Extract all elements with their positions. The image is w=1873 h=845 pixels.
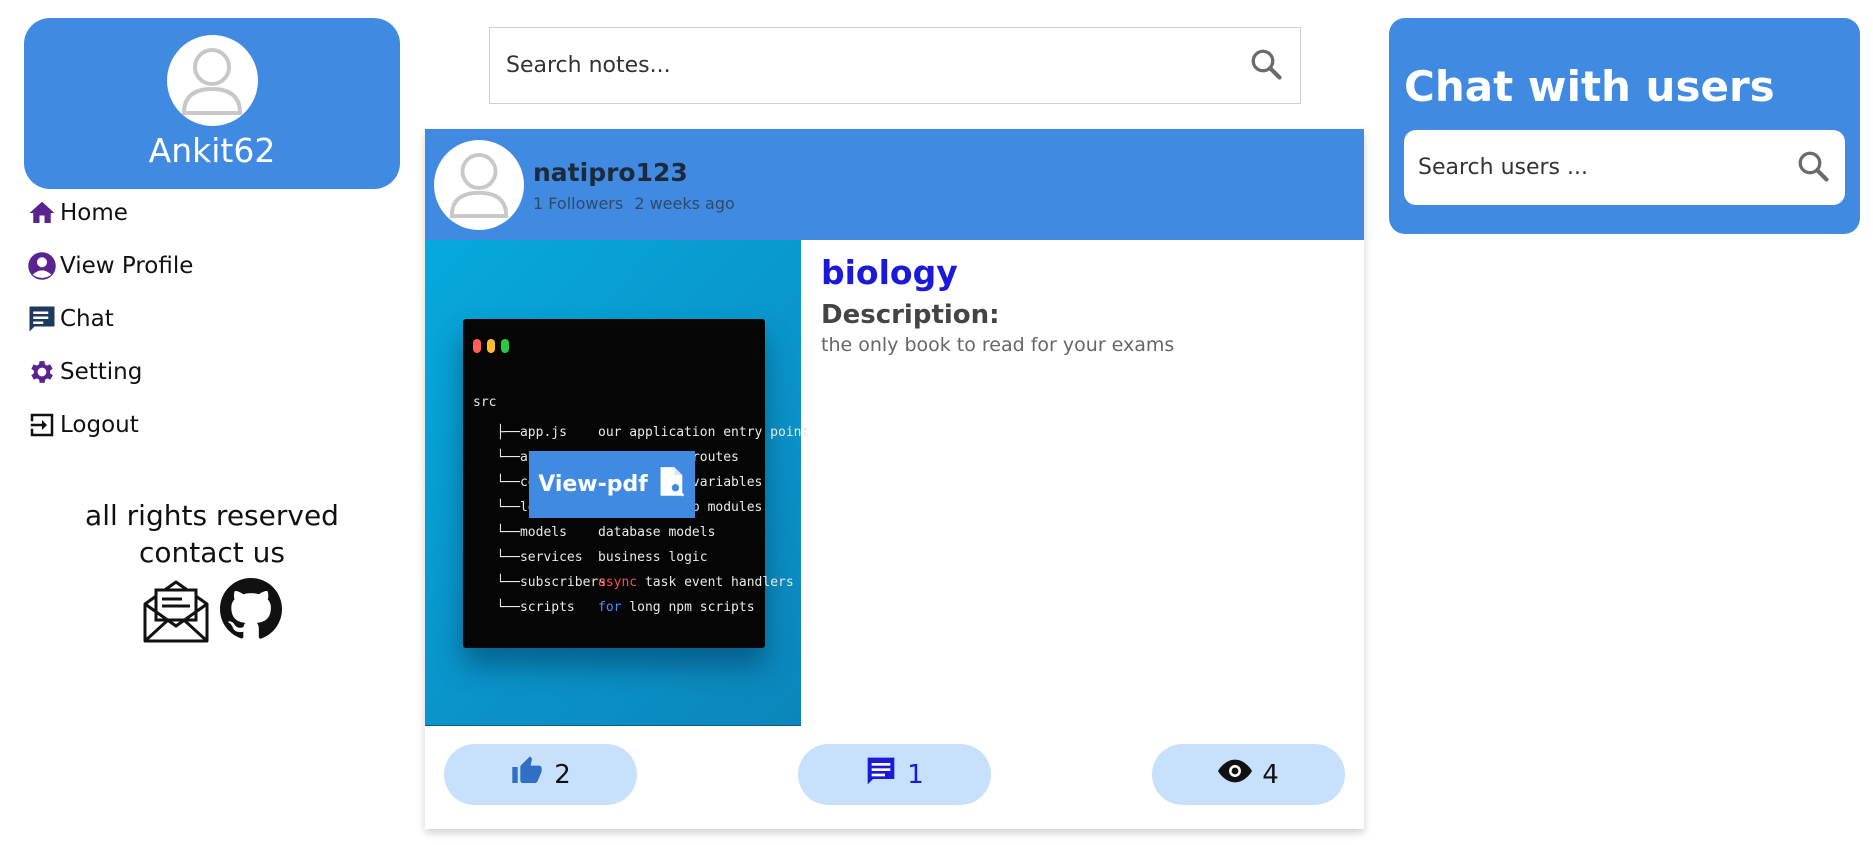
- terminal-text: └──models: [473, 525, 567, 540]
- post-description: the only book to read for your exams: [821, 334, 1175, 356]
- sidebar-nav: Home View Profile Chat Setting Logout: [26, 196, 386, 461]
- view-count: 4: [1262, 759, 1279, 790]
- views-button[interactable]: 4: [1152, 744, 1345, 805]
- chat-icon: [26, 303, 58, 335]
- comment-button[interactable]: 1: [798, 744, 991, 805]
- terminal-text: database models: [598, 525, 716, 540]
- account-circle-icon: [26, 250, 58, 282]
- search-icon[interactable]: [1795, 148, 1831, 188]
- post-actions: 2 1 4: [425, 726, 1364, 829]
- post-subject[interactable]: biology: [821, 252, 1174, 294]
- user-placeholder-icon[interactable]: [434, 139, 524, 230]
- eye-icon: [1218, 759, 1253, 790]
- terminal-text: business logic: [598, 550, 708, 565]
- sidebar-item-home[interactable]: Home: [26, 196, 386, 229]
- thumbs-up-icon: [510, 755, 544, 794]
- post-header: natipro123 1 Followers 2 weeks ago: [425, 129, 1364, 240]
- post-followers: 1 Followers: [533, 193, 624, 213]
- comment-icon: [865, 755, 897, 794]
- sidebar-item-label: Home: [60, 199, 128, 226]
- profile-card: Ankit62: [24, 18, 400, 189]
- user-placeholder-icon[interactable]: [166, 35, 258, 126]
- sidebar-item-chat[interactable]: Chat: [26, 302, 386, 335]
- file-search-icon: [658, 466, 686, 504]
- mail-icon[interactable]: [142, 578, 210, 653]
- github-icon[interactable]: [220, 578, 283, 653]
- search-notes-bar: [489, 27, 1301, 104]
- rights-text: all rights reserved: [85, 499, 339, 532]
- sidebar-item-setting[interactable]: Setting: [26, 355, 386, 388]
- chat-title: Chat with users: [1404, 62, 1775, 111]
- chat-panel: Chat with users: [1389, 18, 1860, 234]
- like-button[interactable]: 2: [444, 744, 637, 805]
- sidebar-item-label: Logout: [60, 411, 139, 438]
- terminal-text: └──subscribers: [473, 575, 607, 590]
- view-pdf-label: View-pdf: [538, 472, 648, 497]
- terminal-text: our application entry point: [598, 425, 810, 440]
- pdf-thumbnail: src ├──app.js our application entry point…: [425, 240, 809, 726]
- post-time: 2 weeks ago: [634, 193, 735, 213]
- gear-icon: [26, 356, 58, 388]
- post-author[interactable]: natipro123: [533, 157, 741, 189]
- view-pdf-button[interactable]: View-pdf: [529, 451, 695, 518]
- terminal-text: task event handlers: [637, 575, 794, 590]
- terminal-text: long npm scripts: [621, 600, 755, 615]
- search-users-input[interactable]: [1418, 155, 1795, 180]
- terminal-text: └──services: [473, 550, 583, 565]
- post-details: biology Description: the only book to re…: [801, 240, 1174, 726]
- search-notes-input[interactable]: [506, 53, 1248, 78]
- comment-count: 1: [907, 759, 924, 790]
- search-users-bar: [1404, 130, 1845, 205]
- home-icon: [26, 197, 58, 229]
- sidebar-item-label: Chat: [60, 305, 114, 332]
- terminal-text: └──scripts: [473, 600, 575, 615]
- search-icon[interactable]: [1248, 46, 1284, 86]
- contact-text: contact us: [138, 536, 285, 569]
- profile-username: Ankit62: [148, 131, 276, 170]
- terminal-root: src: [473, 395, 497, 410]
- terminal-keyword: for: [598, 600, 622, 615]
- description-label: Description:: [821, 300, 1000, 330]
- logout-icon: [26, 409, 58, 441]
- sidebar-item-view-profile[interactable]: View Profile: [26, 249, 386, 282]
- sidebar-item-logout[interactable]: Logout: [26, 408, 386, 441]
- sidebar-footer: all rights reserved contact us: [24, 497, 400, 653]
- sidebar-item-label: Setting: [60, 358, 143, 385]
- sidebar-item-label: View Profile: [60, 252, 194, 279]
- terminal-keyword: async: [598, 575, 638, 590]
- note-post-card: natipro123 1 Followers 2 weeks ago src ├…: [425, 129, 1364, 829]
- like-count: 2: [554, 759, 571, 790]
- terminal-text: ├──app.js: [473, 425, 567, 440]
